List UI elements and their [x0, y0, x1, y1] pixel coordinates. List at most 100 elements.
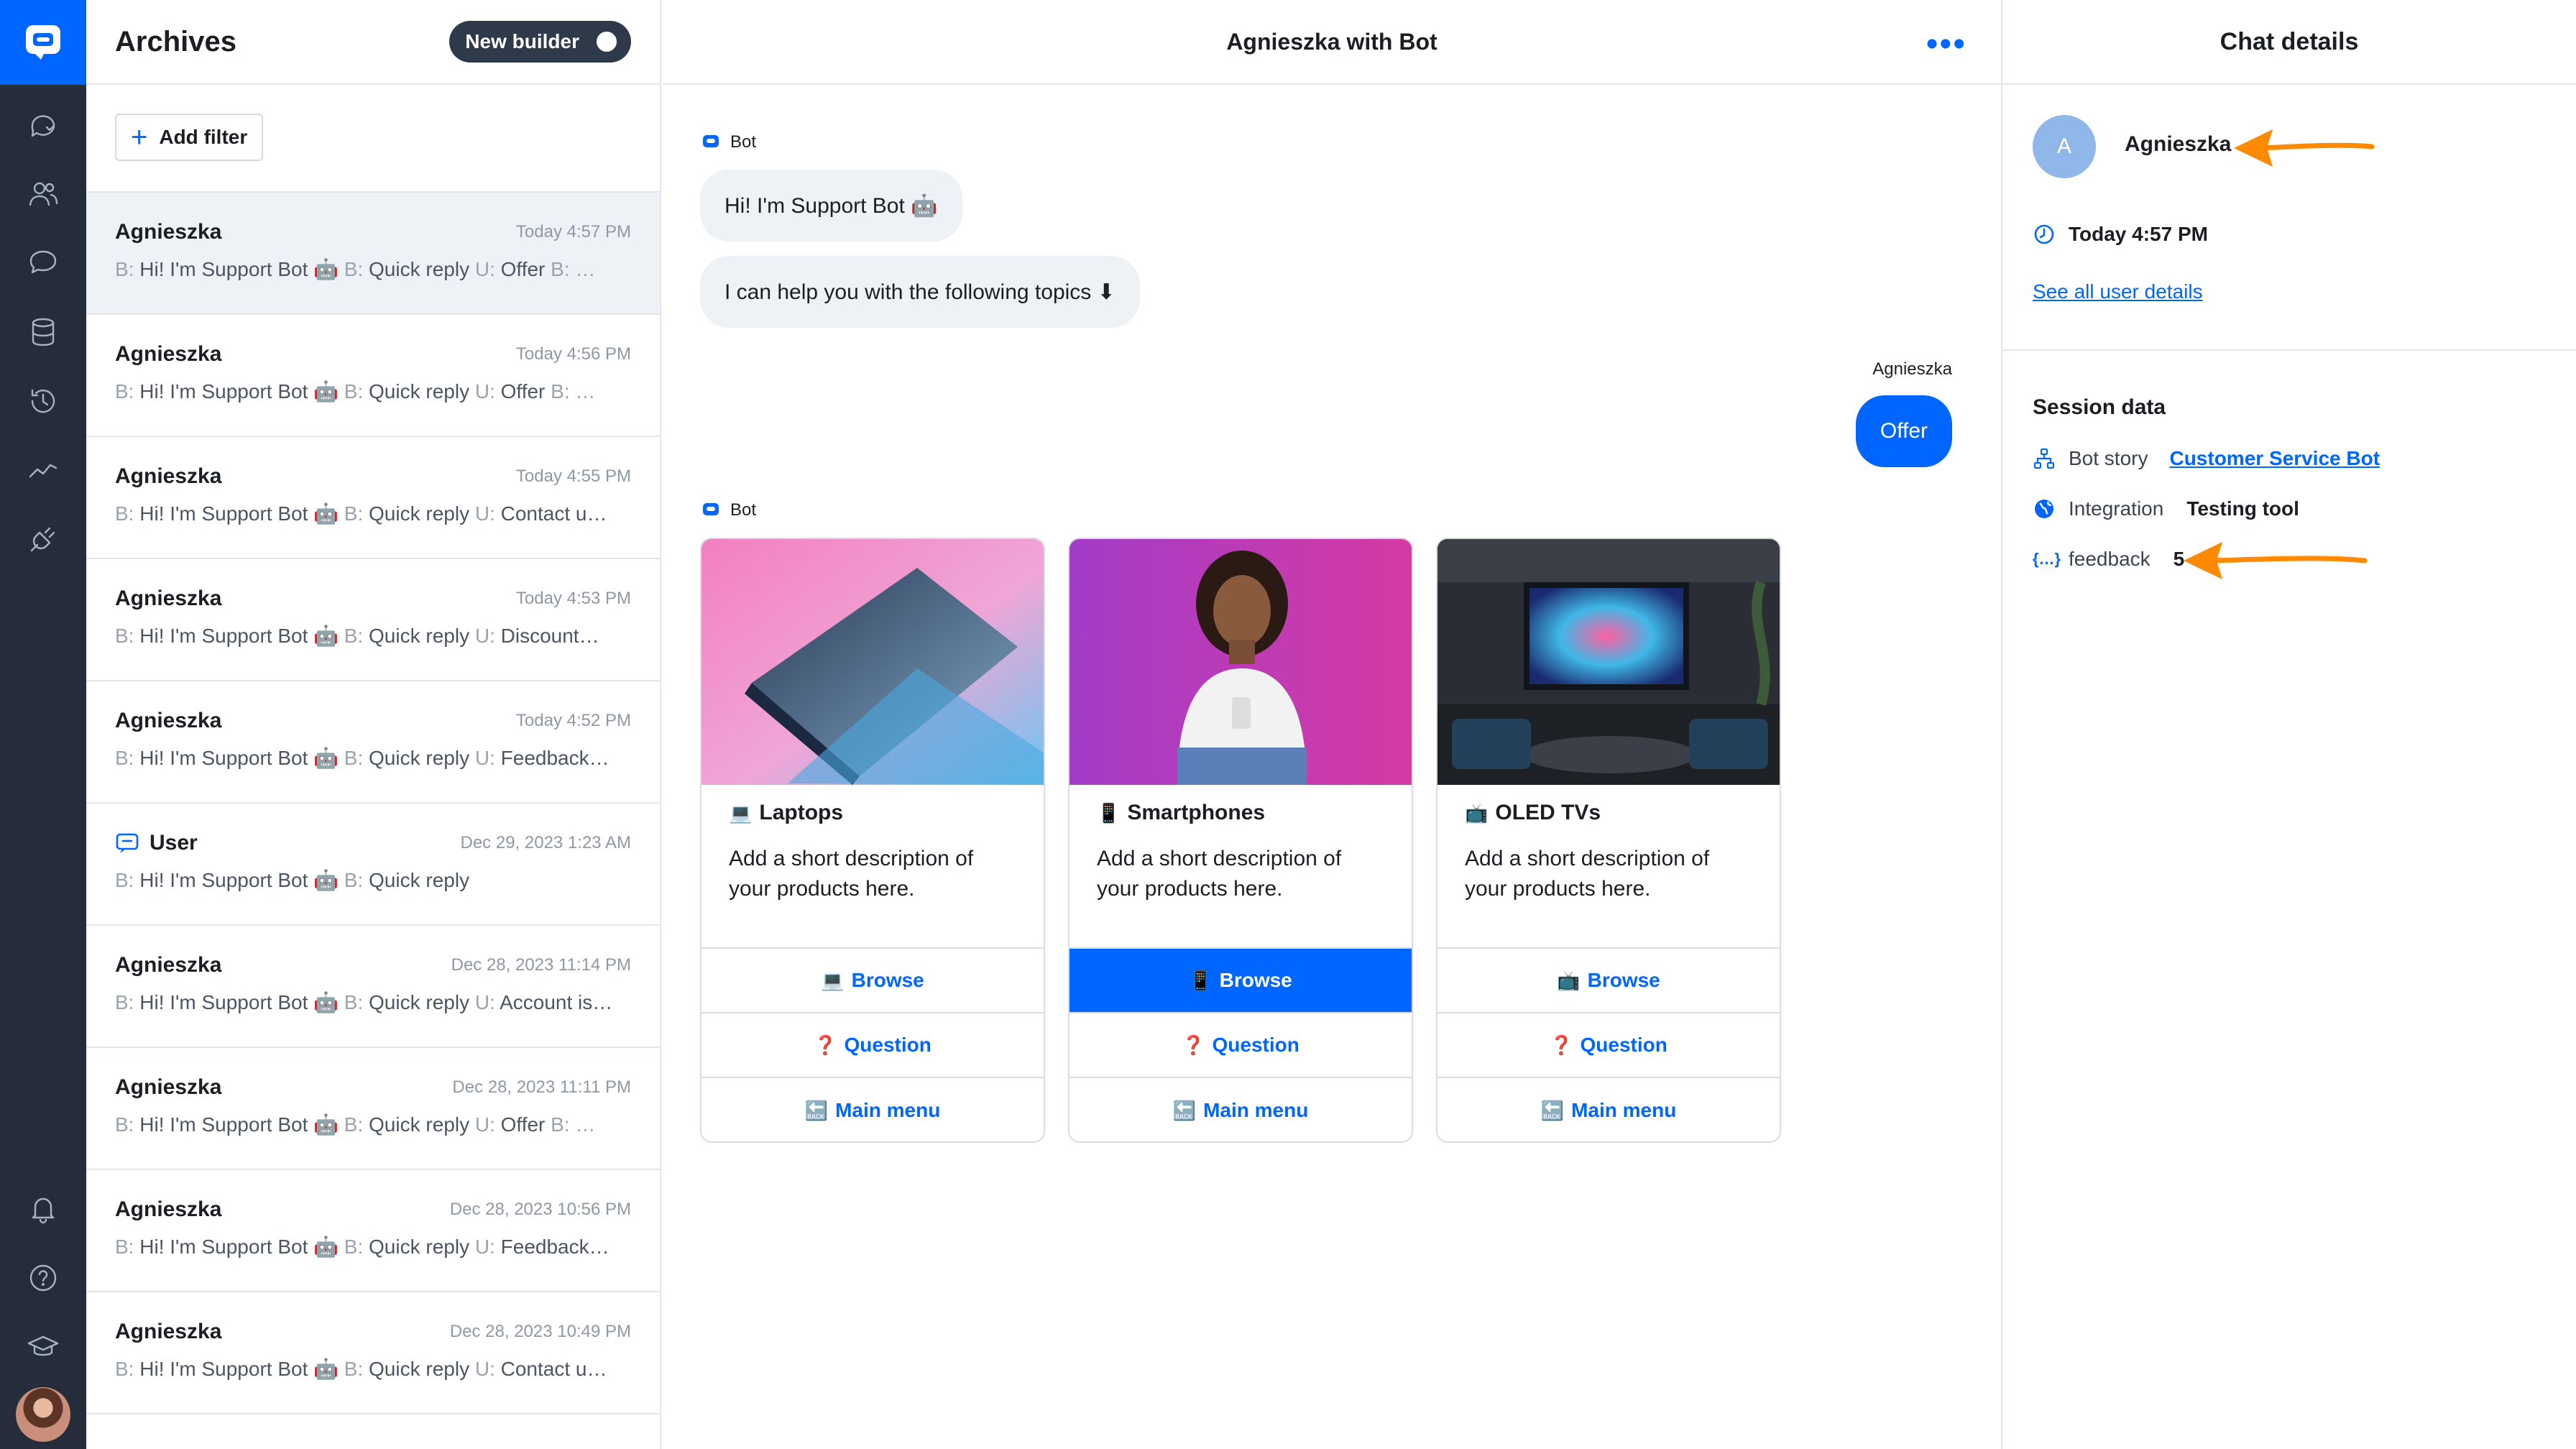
conversation-header: Agnieszka Dec 28, 2023 10:49 PM	[115, 1320, 631, 1344]
new-builder-label: New builder	[465, 30, 579, 52]
bot-story-icon	[2033, 448, 2055, 469]
question-mark-icon: ❓	[1182, 1034, 1205, 1056]
conversation-header: Agnieszka Today 4:55 PM	[115, 464, 631, 489]
conversation-header: Agnieszka Today 4:57 PM	[115, 220, 631, 244]
academy-button[interactable]	[22, 1325, 65, 1368]
conversation-preview: B: Hi! I'm Support Bot 🤖 B: Quick reply …	[115, 747, 610, 769]
conversation-time: Dec 29, 2023 1:23 AM	[460, 833, 632, 852]
app-logo[interactable]	[0, 0, 86, 85]
bot-icon	[703, 503, 719, 515]
conversation-preview: B: Hi! I'm Support Bot 🤖 B: Quick reply …	[115, 1358, 607, 1380]
conversation-list: Agnieszka Today 4:57 PM B: Hi! I'm Suppo…	[86, 193, 660, 1414]
conversation-header: Agnieszka Today 4:52 PM	[115, 709, 631, 733]
new-builder-toggle[interactable]: New builder	[449, 21, 631, 63]
conversation-name: Agnieszka	[115, 586, 222, 610]
archives-title: Archives	[115, 25, 236, 58]
conversation-name: Agnieszka	[115, 342, 222, 366]
integration-row: Integration Testing tool	[2033, 497, 2299, 520]
conversation-row[interactable]: Agnieszka Dec 28, 2023 11:11 PM B: Hi! I…	[86, 1048, 660, 1170]
browse-button[interactable]: 📺 Browse	[1438, 949, 1780, 1013]
card-body: 💻 Laptops Add a short description of your…	[702, 785, 1044, 949]
conversation-preview: B: Hi! I'm Support Bot 🤖 B: Quick reply	[115, 869, 470, 891]
conversation-row[interactable]: User Dec 29, 2023 1:23 AM B: Hi! I'm Sup…	[86, 804, 660, 926]
see-all-user-details-link[interactable]: See all user details	[2033, 280, 2203, 303]
bot-sender-label-2: Bot	[702, 500, 756, 520]
conversation-row[interactable]: Agnieszka Dec 28, 2023 10:49 PM B: Hi! I…	[86, 1292, 660, 1414]
conversation-header: Agnieszka Dec 28, 2023 10:56 PM	[115, 1197, 631, 1222]
question-mark-icon: ❓	[814, 1034, 837, 1056]
conversation-header: Agnieszka Today 4:53 PM	[115, 586, 631, 611]
conversation-preview: B: Hi! I'm Support Bot 🤖 B: Quick reply …	[115, 991, 613, 1013]
conversation-row[interactable]: Agnieszka Today 4:57 PM B: Hi! I'm Suppo…	[86, 193, 660, 315]
integration-label: Integration	[2069, 497, 2164, 520]
conversation-row[interactable]: Agnieszka Today 4:53 PM B: Hi! I'm Suppo…	[86, 559, 660, 681]
filter-bar: + Add filter	[86, 85, 660, 193]
users-nav-button[interactable]	[22, 172, 65, 216]
conversation-row[interactable]: Agnieszka Today 4:56 PM B: Hi! I'm Suppo…	[86, 315, 660, 437]
bot-story-link[interactable]: Customer Service Bot	[2169, 447, 2380, 470]
conversation-row[interactable]: Agnieszka Today 4:52 PM B: Hi! I'm Suppo…	[86, 681, 660, 804]
chat-bubble-icon	[31, 115, 55, 137]
archives-panel: Archives New builder + Add filter Agnies…	[86, 0, 661, 1449]
analytics-nav-button[interactable]	[22, 448, 65, 492]
notifications-button[interactable]	[22, 1187, 65, 1230]
help-button[interactable]	[22, 1256, 65, 1300]
conversation-header: Agnieszka Today 4:56 PM	[115, 342, 631, 367]
conversation-preview: B: Hi! I'm Support Bot 🤖 B: Quick reply …	[115, 258, 596, 280]
help-icon	[29, 1264, 57, 1292]
more-options-icon[interactable]: •••	[1926, 27, 1966, 62]
main-menu-button[interactable]: 🔙 Main menu	[1070, 1078, 1412, 1141]
card-description: Add a short description of your products…	[729, 847, 974, 901]
card-title: 📱 Smartphones	[1097, 801, 1266, 824]
conversation-row[interactable]: Agnieszka Dec 28, 2023 10:56 PM B: Hi! I…	[86, 1170, 660, 1292]
living-room-tv-image	[1438, 539, 1780, 785]
feedback-row: {…} feedback 5	[2033, 548, 2184, 571]
main-menu-button[interactable]: 🔙 Main menu	[702, 1078, 1044, 1141]
orange-arrow-annotation	[2234, 129, 2375, 167]
conversation-name: Agnieszka	[115, 709, 222, 732]
conversation-name: Agnieszka	[115, 1197, 222, 1221]
conversation-name: Agnieszka	[115, 953, 222, 977]
details-title: Chat details	[2002, 0, 2576, 85]
integrations-nav-button[interactable]	[22, 518, 65, 561]
conversation-time: Today 4:53 PM	[515, 589, 631, 608]
card-description: Add a short description of your products…	[1465, 847, 1710, 901]
user-offer-message: Offer	[1855, 395, 1952, 467]
question-button[interactable]: ❓ Question	[1438, 1013, 1780, 1078]
add-filter-button[interactable]: + Add filter	[115, 114, 264, 161]
bot-greeting-message: Hi! I'm Support Bot 🤖	[700, 170, 962, 242]
laptop-icon: 💻	[821, 969, 845, 991]
user-avatar: A	[2033, 115, 2096, 178]
conversation-preview: B: Hi! I'm Support Bot 🤖 B: Quick reply …	[115, 1113, 596, 1136]
conversation-row[interactable]: Agnieszka Dec 28, 2023 11:14 PM B: Hi! I…	[86, 926, 660, 1048]
history-nav-button[interactable]	[22, 380, 65, 423]
user-avatar[interactable]	[16, 1387, 70, 1442]
chat-details-panel: Chat details A Agnieszka Today 4:57 PM S…	[2001, 0, 2576, 1449]
bot-sender-label: Bot	[702, 132, 756, 152]
card-body: 📺 OLED TVs Add a short description of you…	[1438, 785, 1780, 949]
browse-button[interactable]: 💻 Browse	[702, 949, 1044, 1013]
database-nav-button[interactable]	[22, 310, 65, 354]
conversation-row[interactable]: Agnieszka Today 4:55 PM B: Hi! I'm Suppo…	[86, 437, 660, 559]
card-title: 📺 OLED TVs	[1465, 801, 1601, 824]
conversation-time: Today 4:57 PM	[515, 222, 631, 242]
conversation-name: Agnieszka	[115, 1075, 222, 1099]
smartphone-icon: 📱	[1189, 969, 1213, 991]
conversation-time: Dec 28, 2023 10:56 PM	[449, 1200, 631, 1219]
conversations-icon	[29, 250, 57, 274]
plus-icon: +	[131, 121, 148, 153]
browse-button[interactable]: 📱 Browse	[1070, 949, 1412, 1013]
chat-header: Agnieszka with Bot •••	[663, 0, 2001, 85]
question-button[interactable]: ❓ Question	[1070, 1013, 1412, 1078]
bot-story-row: Bot story Customer Service Bot	[2033, 447, 2380, 470]
smartphone-icon: 📱	[1097, 801, 1121, 824]
question-button[interactable]: ❓ Question	[702, 1013, 1044, 1078]
archives-nav-button[interactable]	[22, 242, 65, 285]
laptop-image	[702, 539, 1044, 785]
back-arrow-icon: 🔙	[804, 1099, 829, 1121]
integrations-icon	[30, 527, 55, 552]
card-body: 📱 Smartphones Add a short description of …	[1070, 785, 1412, 949]
main-menu-button[interactable]: 🔙 Main menu	[1438, 1078, 1780, 1141]
chat-start-time: Today 4:57 PM	[2033, 223, 2208, 246]
chats-nav-button[interactable]	[22, 105, 65, 148]
